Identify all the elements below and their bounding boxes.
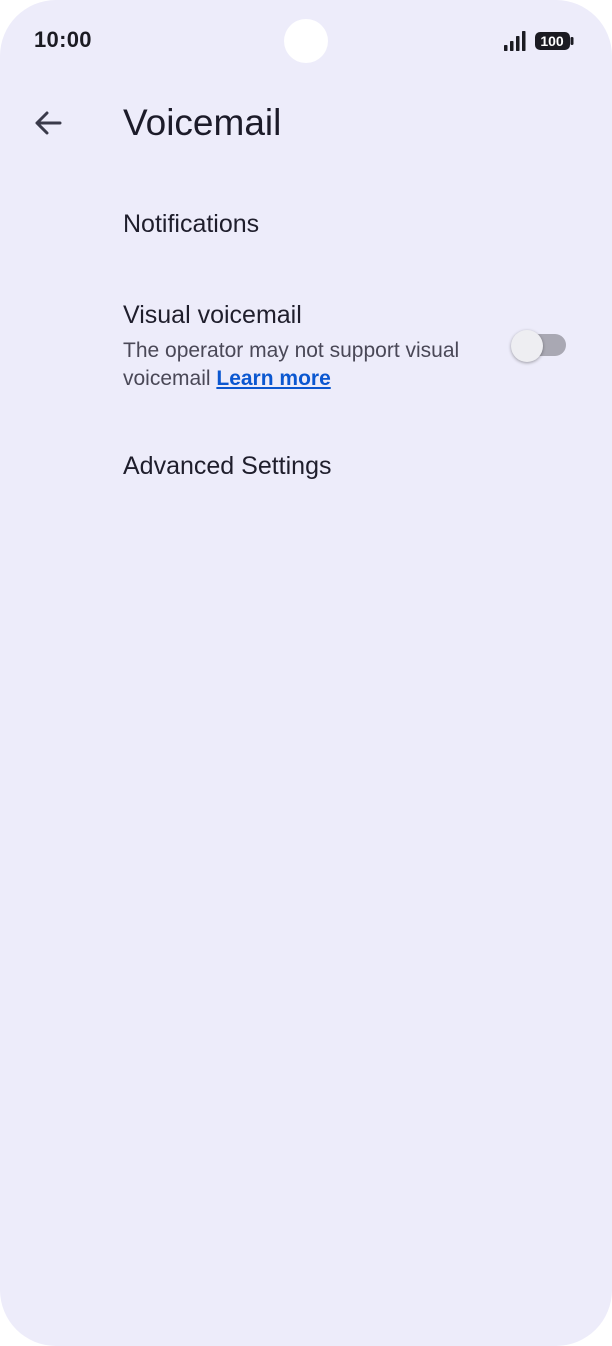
advanced-settings-title: Advanced Settings	[123, 452, 332, 480]
notifications-title: Notifications	[123, 210, 260, 238]
visual-voicemail-toggle[interactable]	[510, 330, 568, 362]
page-title: Voicemail	[123, 102, 282, 143]
back-button[interactable]	[26, 101, 70, 145]
signal-icon	[504, 31, 526, 51]
phone-screen: 10:00 100 Voicemail Notifications Visual…	[0, 0, 612, 1346]
visual-voicemail-title: Visual voicemail	[123, 301, 302, 329]
learn-more-link[interactable]: Learn more	[216, 367, 330, 390]
arrow-left-icon	[35, 111, 62, 135]
battery-level: 100	[540, 33, 564, 49]
advanced-settings[interactable]: Advanced Settings	[0, 430, 612, 505]
notifications-setting[interactable]: Notifications	[0, 190, 612, 260]
visual-voicemail-summary: The operator may not support visual voic…	[123, 337, 463, 393]
status-time: 10:00	[34, 27, 92, 52]
camera-cutout	[284, 19, 328, 63]
toggle-thumb	[511, 330, 543, 362]
